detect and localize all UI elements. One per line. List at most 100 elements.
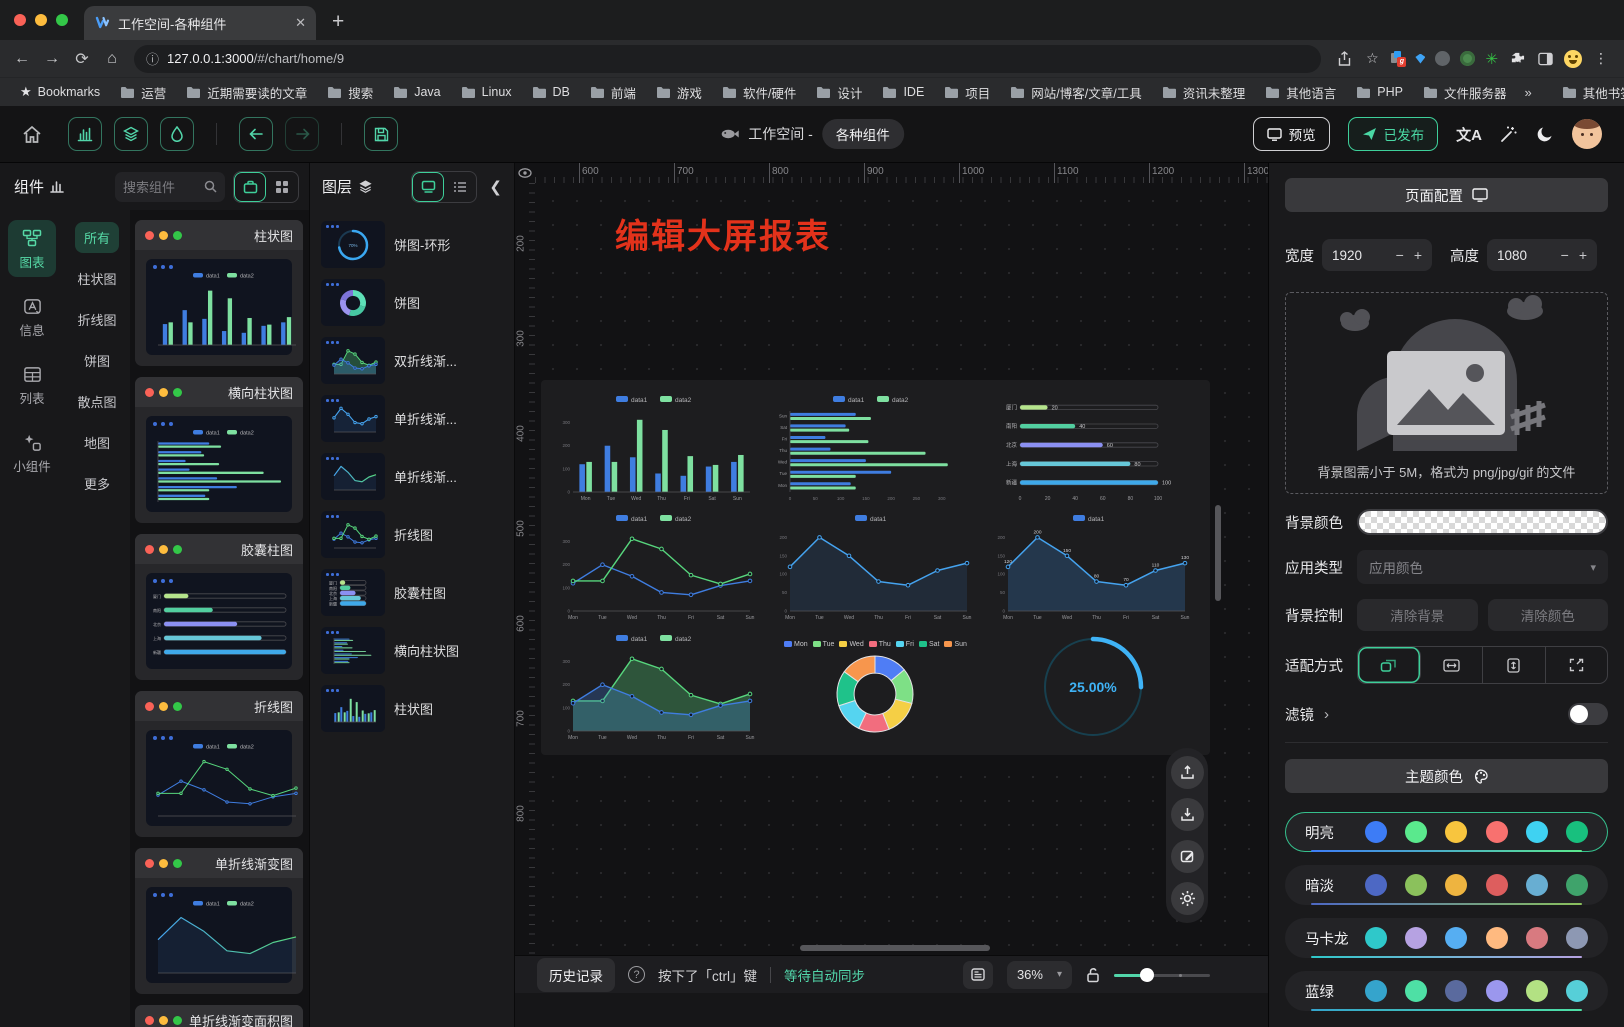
side-panel-icon[interactable] <box>1536 50 1554 68</box>
height-increment-button[interactable]: + <box>1577 247 1589 263</box>
extension-circle-icon[interactable] <box>1435 51 1450 66</box>
back-icon[interactable]: ← <box>8 45 36 73</box>
menu-kebab-icon[interactable]: ⋮ <box>1592 50 1610 68</box>
bookmark-folder[interactable]: 资讯未整理 <box>1154 80 1254 105</box>
preview-button[interactable]: 预览 <box>1253 117 1330 151</box>
new-tab-button[interactable]: + <box>316 10 360 40</box>
width-value[interactable]: 1920 <box>1332 248 1388 263</box>
save-button[interactable] <box>364 117 398 151</box>
import-icon[interactable] <box>1171 798 1204 831</box>
filter-toggle[interactable] <box>1568 703 1608 725</box>
background-color-swatch[interactable] <box>1357 509 1608 535</box>
bookmark-folder[interactable]: 其他语言 <box>1257 80 1344 105</box>
details-panel-toggle-button[interactable] <box>160 117 194 151</box>
clear-background-button[interactable]: 清除背景 <box>1357 599 1478 631</box>
search-input[interactable]: 搜索组件 <box>115 172 225 202</box>
share-icon[interactable] <box>1335 50 1353 68</box>
sidebar-item-3[interactable]: 列表 <box>8 357 56 413</box>
zoom-slider[interactable] <box>1114 968 1210 982</box>
category-item[interactable]: 地图 <box>75 427 119 458</box>
theme-row-马卡龙[interactable]: 马卡龙 <box>1285 918 1608 958</box>
zoom-level-select[interactable]: 36%▾ <box>1007 961 1072 989</box>
layer-item[interactable]: 厦门南阳北京上海新疆胶囊柱图 <box>318 568 506 617</box>
url-bar[interactable]: ⓘ 127.0.0.1:3000/#/chart/home/9 <box>134 45 1321 73</box>
charts-panel-toggle-button[interactable] <box>68 117 102 151</box>
history-button[interactable]: 历史记录 <box>537 958 615 992</box>
minimize-window-icon[interactable] <box>35 14 47 26</box>
bookmarks-root[interactable]: ★ Bookmarks <box>12 81 108 103</box>
bookmark-folder[interactable]: 文件服务器 <box>1415 80 1515 105</box>
sidebar-item-1[interactable]: 图表 <box>8 220 56 277</box>
forward-icon[interactable]: → <box>38 45 66 73</box>
home-icon[interactable]: ⌂ <box>98 45 126 73</box>
site-info-icon[interactable]: ⓘ <box>146 49 159 68</box>
component-card[interactable]: 横向柱状图data1data2 <box>135 377 303 523</box>
dashboard-chart-bars[interactable]: data1data2MonTueWedThuFriSatSun010020030… <box>549 388 767 508</box>
bookmark-folder[interactable]: 游戏 <box>648 80 710 105</box>
component-card[interactable]: 单折线渐变图data1data2 <box>135 848 303 994</box>
extension-green-icon[interactable] <box>1460 51 1475 66</box>
theme-row-明亮[interactable]: 明亮 <box>1285 812 1608 852</box>
layer-thumbnail-view-button[interactable] <box>412 172 444 202</box>
dashboard-chart-hbars[interactable]: data1data2SunSatFriThuWedTueMon050100150… <box>767 388 985 508</box>
clear-color-button[interactable]: 清除颜色 <box>1488 599 1609 631</box>
page-config-header[interactable]: 页面配置 <box>1285 178 1608 212</box>
export-icon[interactable] <box>1171 756 1204 789</box>
zoom-slider-knob[interactable] <box>1140 968 1154 982</box>
layers-panel-toggle-button[interactable] <box>114 117 148 151</box>
canvas-eye-icon[interactable] <box>515 163 535 183</box>
bookmark-folder[interactable]: 前端 <box>582 80 644 105</box>
dark-mode-moon-icon[interactable] <box>1536 125 1554 143</box>
canvas-horizontal-scrollbar[interactable] <box>800 945 990 951</box>
dashboard-preview[interactable]: data1data2MonTueWedThuFriSatSun010020030… <box>541 380 1210 755</box>
layer-item[interactable]: 单折线渐... <box>318 452 506 501</box>
editor-canvas[interactable]: 6007008009001000110012001300 20030040050… <box>515 163 1268 1027</box>
other-bookmarks-folder[interactable]: 其他书签 <box>1554 80 1624 105</box>
tab-close-icon[interactable]: ✕ <box>295 15 306 31</box>
width-stepper[interactable]: 1920 − + <box>1322 239 1432 271</box>
dashboard-chart-pie[interactable]: MonTueWedThuFriSatSun <box>767 627 985 747</box>
bookmark-folder[interactable]: 运营 <box>112 80 174 105</box>
bookmark-star-icon[interactable]: ☆ <box>1363 50 1381 68</box>
screen-title-text[interactable]: 编辑大屏报表 <box>615 209 831 258</box>
category-item[interactable]: 所有 <box>75 222 119 253</box>
component-card[interactable]: 折线图data1data2 <box>135 691 303 837</box>
layer-item[interactable]: 柱状图 <box>318 684 506 733</box>
width-increment-button[interactable]: + <box>1412 247 1424 263</box>
chevron-right-icon[interactable]: › <box>1324 706 1329 723</box>
height-value[interactable]: 1080 <box>1497 248 1553 263</box>
profile-avatar[interactable] <box>1564 50 1582 68</box>
dashboard-chart-lines[interactable]: data1data2MonTueWedThuFriSatSun010020030… <box>549 508 767 628</box>
bookmark-folder[interactable]: IDE <box>874 82 932 102</box>
toolbox-view-button[interactable] <box>234 172 266 202</box>
theme-row-暗淡[interactable]: 暗淡 <box>1285 865 1608 905</box>
app-home-icon[interactable] <box>22 125 42 144</box>
browser-tab[interactable]: 工作空间-各种组件 ✕ <box>84 6 316 40</box>
bookmark-folder[interactable]: 项目 <box>936 80 998 105</box>
category-item[interactable]: 柱状图 <box>68 263 125 294</box>
canvas-vertical-scrollbar[interactable] <box>1215 505 1221 601</box>
extension-gem-icon[interactable] <box>1415 54 1425 64</box>
undo-button[interactable] <box>239 117 273 151</box>
component-card[interactable]: 柱状图data1data2 <box>135 220 303 366</box>
layer-item[interactable]: 70%饼图-环形 <box>318 220 506 269</box>
background-upload-dropzone[interactable]: 背景图需小于 5M，格式为 png/jpg/gif 的文件 <box>1285 292 1608 494</box>
detail-panel-icon[interactable] <box>963 961 993 989</box>
theme-row-蓝绿[interactable]: 蓝绿 <box>1285 971 1608 1011</box>
close-window-icon[interactable] <box>14 14 26 26</box>
layer-item[interactable]: 单折线渐... <box>318 394 506 443</box>
dashboard-chart-line1area[interactable]: data11202001508070110130MonTueWedThuFriS… <box>984 508 1202 628</box>
bookmark-folder[interactable]: 搜索 <box>319 80 381 105</box>
layer-item[interactable]: 折线图 <box>318 510 506 559</box>
grid-view-button[interactable] <box>266 172 298 202</box>
magic-wand-icon[interactable] <box>1500 125 1518 143</box>
fit-fullscreen-button[interactable] <box>1546 647 1608 683</box>
bookmark-folder[interactable]: 网站/博客/文章/工具 <box>1002 80 1149 105</box>
layer-list-view-button[interactable] <box>444 172 476 202</box>
settings-gear-icon[interactable] <box>1171 882 1204 915</box>
fit-scale-button[interactable] <box>1358 647 1421 683</box>
publish-button[interactable]: 已发布 <box>1348 117 1439 151</box>
sidebar-item-2[interactable]: 信息 <box>8 289 56 345</box>
component-card[interactable]: 胶囊柱图厦门南阳北京上海新疆 <box>135 534 303 680</box>
language-icon[interactable]: 文A <box>1456 124 1482 145</box>
